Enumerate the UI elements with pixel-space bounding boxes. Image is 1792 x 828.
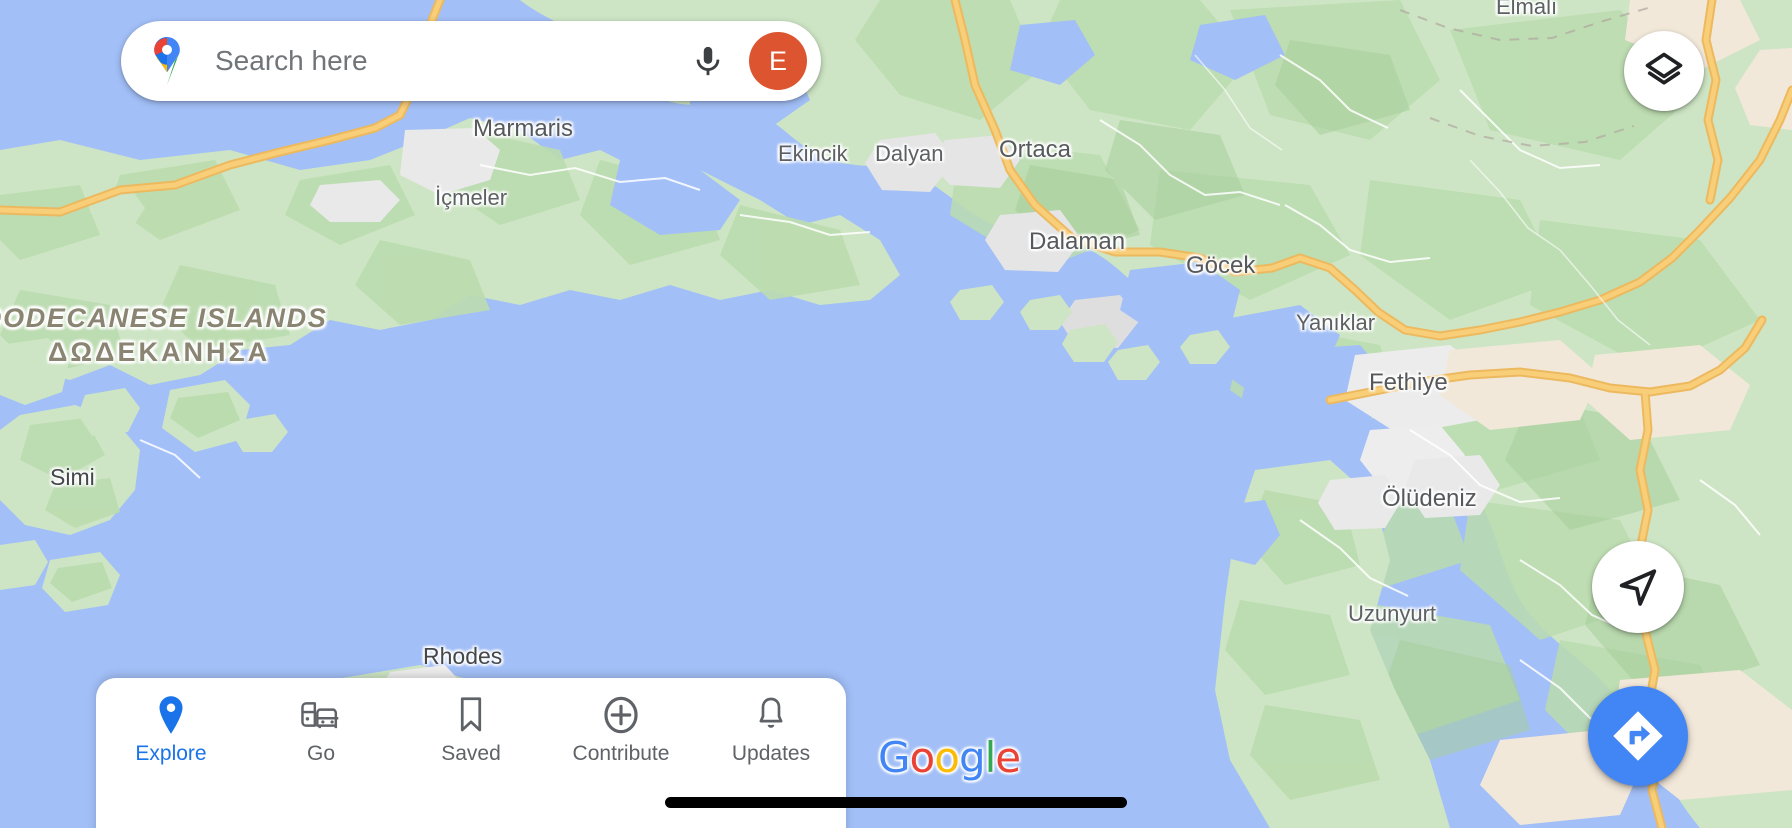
search-bar[interactable]: E [121,21,821,101]
directions-button[interactable] [1588,686,1688,786]
nav-item-go[interactable]: Go [246,692,396,764]
bell-icon [755,692,787,734]
map-pin-icon [156,692,186,734]
nav-label-saved: Saved [441,742,501,765]
nav-label-contribute: Contribute [572,742,670,765]
layers-icon [1645,52,1683,85]
avatar[interactable]: E [749,32,807,90]
nav-item-contribute[interactable]: Contribute [546,692,696,764]
search-input[interactable] [187,45,681,77]
nav-item-explore[interactable]: Explore [96,692,246,764]
nav-item-updates[interactable]: Updates [696,692,846,764]
nav-item-saved[interactable]: Saved [396,692,546,764]
directions-turn-right-icon [1613,711,1663,761]
google-maps-pin-icon [147,37,187,85]
nav-label-explore: Explore [135,742,207,765]
layers-button[interactable] [1624,31,1704,111]
bus-car-icon [300,692,342,734]
microphone-icon[interactable] [681,34,735,88]
nav-label-updates: Updates [731,742,811,765]
bookmark-icon [456,692,486,734]
navigation-arrow-icon [1619,569,1657,606]
nav-label-go: Go [306,742,335,765]
plus-circle-icon [602,692,640,734]
home-indicator[interactable] [665,797,1127,808]
locate-button[interactable] [1592,541,1684,633]
